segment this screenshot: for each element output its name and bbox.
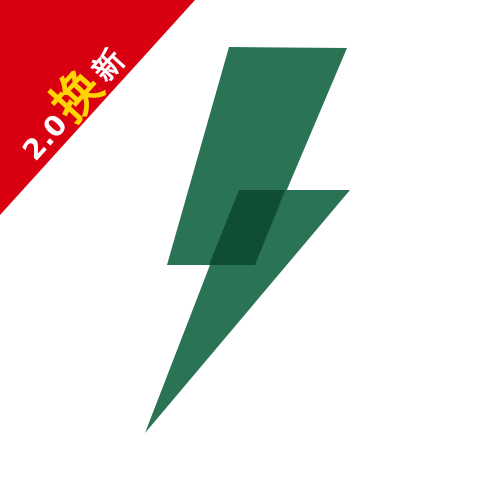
app-icon-canvas: 2.0 换 新 bbox=[0, 0, 480, 480]
lightning-bolt bbox=[145, 47, 350, 433]
corner-banner: 2.0 换 新 bbox=[0, 0, 195, 215]
lightning-bolt-icon: 2.0 换 新 bbox=[0, 0, 350, 433]
